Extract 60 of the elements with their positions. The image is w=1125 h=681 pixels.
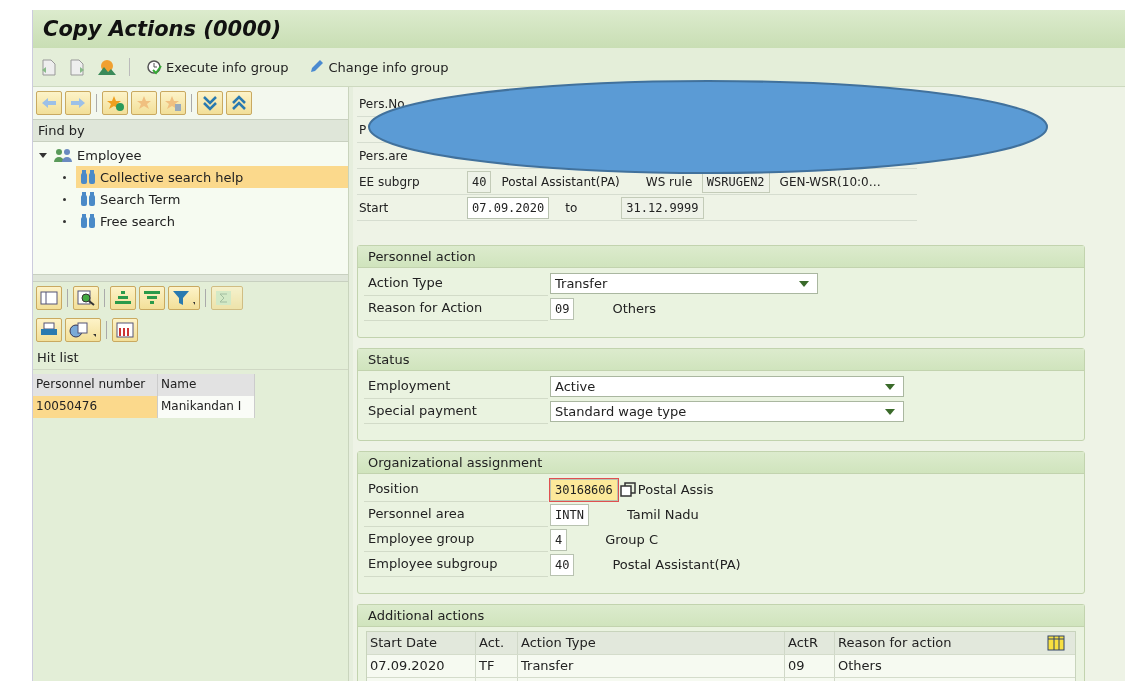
input-field[interactable]: 40: [467, 170, 492, 193]
tree-item[interactable]: Collective search help: [76, 166, 348, 188]
column-header[interactable]: Reason for action: [835, 632, 1071, 654]
table-cell[interactable]: 10050476: [33, 396, 158, 418]
field-label: Position: [364, 477, 548, 502]
field-text: Postal Assistant(PA): [500, 174, 621, 189]
column-header[interactable]: ActR: [785, 632, 835, 654]
field-label: Pers.are: [358, 148, 409, 163]
input-field[interactable]: 30168606: [550, 478, 618, 501]
input-field[interactable]: 31.12.9999: [621, 196, 704, 219]
field-text: Postal Assistant(PA): [612, 557, 741, 572]
table-cell: 07.09.2020: [367, 655, 476, 677]
field-label: to: [564, 200, 579, 215]
group-title: Personnel action: [358, 246, 1084, 268]
input-field[interactable]: 4: [550, 528, 568, 551]
field-label: Pers.No: [358, 96, 406, 111]
field-label: WS rule: [644, 174, 694, 189]
table-cell: TF: [476, 655, 518, 677]
dropdown[interactable]: Standard wage type: [550, 401, 904, 422]
tree-item[interactable]: Employee: [77, 147, 142, 163]
field-label: Employee subgroup: [364, 552, 548, 577]
field-label: Action Type: [364, 271, 548, 296]
tree-title: Find by: [38, 123, 85, 138]
field-text: Others: [612, 301, 657, 316]
column-header[interactable]: Personnel number: [33, 374, 158, 396]
group-title: Organizational assignment: [358, 452, 1084, 474]
column-header[interactable]: Action Type: [518, 632, 785, 654]
field-label: EE subgrp: [358, 174, 421, 189]
table-cell: 09: [785, 655, 835, 677]
column-header[interactable]: Name: [158, 374, 255, 396]
field-label: P: [358, 122, 368, 137]
table-cell: Transfer: [518, 655, 785, 677]
field-text: Group C: [605, 532, 659, 547]
field-label: Start: [358, 200, 390, 215]
tree-item[interactable]: Free search: [76, 210, 348, 232]
list-title: Hit list: [33, 346, 348, 370]
field-label: Special payment: [364, 399, 548, 424]
column-header[interactable]: Start Date: [367, 632, 476, 654]
toolbar-button[interactable]: Execute info group: [142, 57, 293, 77]
group-title: Status: [358, 349, 1084, 371]
field-label: Employment: [364, 374, 548, 399]
table-cell[interactable]: Manikandan I: [158, 396, 255, 418]
group-title: Additional actions: [358, 605, 1084, 627]
input-field[interactable]: 07.09.2020: [467, 196, 550, 219]
dropdown[interactable]: Transfer: [550, 273, 818, 294]
toolbar-button[interactable]: Change info group: [304, 57, 453, 77]
field-label: Reason for Action: [364, 296, 548, 321]
input-field[interactable]: INTN: [550, 503, 589, 526]
field-text: GEN-WSR(10:0…: [778, 174, 882, 189]
input-field[interactable]: 40: [550, 553, 575, 576]
field-label: Employee group: [364, 527, 548, 552]
field-text: Postal Assis: [637, 482, 714, 497]
input-field[interactable]: 09: [550, 297, 575, 320]
tree-item[interactable]: Search Term: [76, 188, 348, 210]
window-title: Copy Actions (0000): [43, 17, 281, 41]
field-label: Personnel area: [364, 502, 548, 527]
field-text: Tamil Nadu: [626, 507, 699, 522]
table-cell-text: Others: [837, 657, 883, 675]
dropdown[interactable]: Active: [550, 376, 904, 397]
column-header[interactable]: Act.: [476, 632, 518, 654]
